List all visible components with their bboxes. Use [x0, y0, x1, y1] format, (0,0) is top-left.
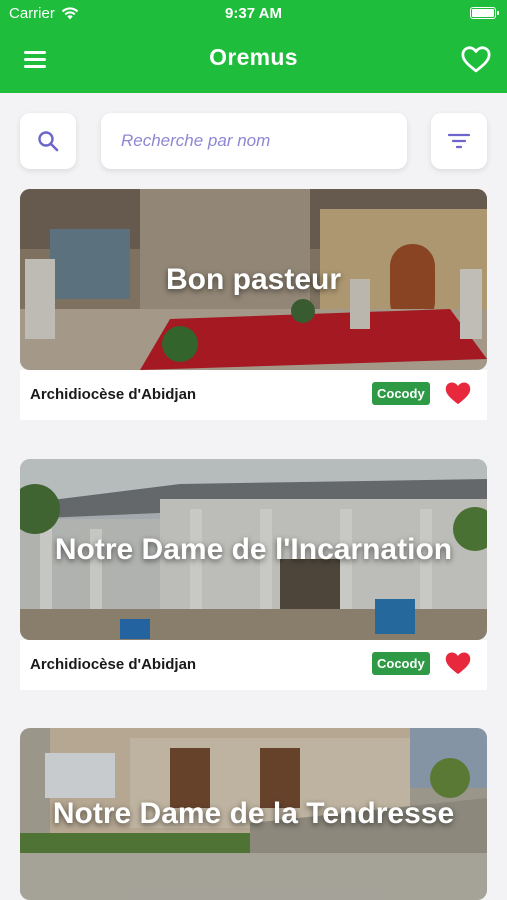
battery-icon: [470, 7, 499, 19]
search-icon: [38, 131, 59, 152]
parish-name: Bon pasteur: [165, 262, 342, 296]
parish-name: Notre Dame de la Tendresse: [52, 797, 455, 830]
search-button[interactable]: [20, 113, 76, 169]
diocese-label: Archidiocèse d'Abidjan: [30, 386, 197, 403]
search-input[interactable]: [101, 113, 407, 169]
parish-info: Archidiocèse d'Abidjan Cocody: [20, 640, 487, 690]
status-time: 9:37 AM: [225, 5, 282, 22]
heart-outline-icon: [461, 46, 491, 73]
favorite-button[interactable]: [444, 650, 472, 676]
commune-badge: Cocody: [372, 652, 430, 675]
parish-photo[interactable]: Notre Dame de la Tendresse: [20, 728, 487, 900]
parish-photo[interactable]: Bon pasteur: [20, 189, 487, 370]
parish-name: Notre Dame de l'Incarnation: [54, 532, 453, 566]
parish-photo[interactable]: Notre Dame de l'Incarnation: [20, 459, 487, 640]
favorites-button[interactable]: [461, 45, 491, 73]
heart-filled-icon: [445, 652, 471, 675]
filter-icon: [447, 133, 471, 149]
parish-info: Archidiocèse d'Abidjan Cocody: [20, 370, 487, 420]
search-bar: [0, 113, 507, 171]
app-title: Oremus: [209, 44, 298, 70]
filter-button[interactable]: [431, 113, 487, 169]
favorite-button[interactable]: [444, 380, 472, 406]
top-bar: Carrier 9:37 AM Oremus: [0, 0, 507, 93]
heart-filled-icon: [445, 382, 471, 405]
app-bar: Oremus: [0, 28, 507, 93]
status-bar: Carrier 9:37 AM: [0, 0, 507, 28]
commune-badge: Cocody: [372, 382, 430, 405]
diocese-label: Archidiocèse d'Abidjan: [30, 656, 197, 673]
